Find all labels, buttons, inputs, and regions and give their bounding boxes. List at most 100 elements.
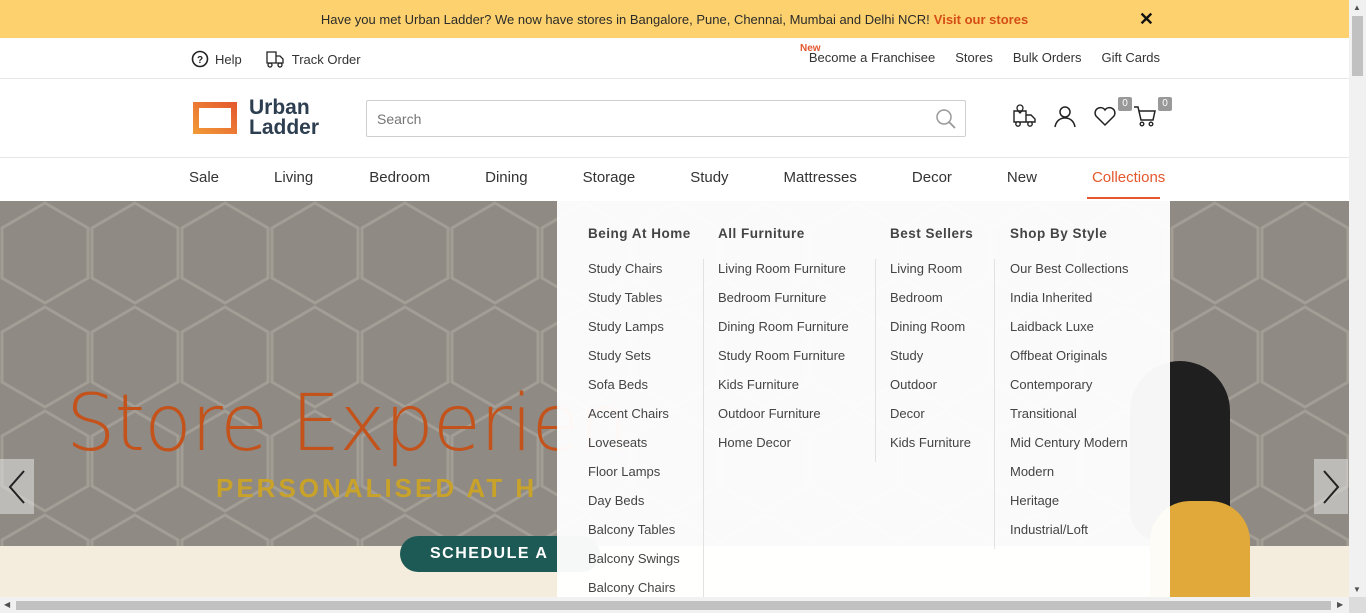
menu-item[interactable]: Mid Century Modern [1010, 435, 1129, 464]
hero-subtitle: PERSONALISED AT H [216, 473, 538, 503]
nav-dining[interactable]: Dining [485, 169, 528, 186]
nav-decor[interactable]: Decor [912, 169, 952, 186]
menu-item[interactable]: Study Sets [588, 348, 691, 377]
menu-item[interactable]: Day Beds [588, 493, 691, 522]
column-divider [875, 259, 876, 462]
column-heading[interactable]: Best Sellers [890, 226, 973, 241]
nav-sale[interactable]: Sale [189, 169, 219, 186]
menu-item[interactable]: Study [890, 348, 973, 377]
menu-item[interactable]: Outdoor Furniture [718, 406, 849, 435]
vertical-scroll-thumb[interactable] [1352, 16, 1363, 76]
scroll-down-icon[interactable]: ▼ [1353, 585, 1361, 594]
scroll-left-icon[interactable]: ◀ [4, 600, 10, 609]
menu-item[interactable]: Modern [1010, 464, 1129, 493]
menu-item[interactable]: Balcony Swings [588, 551, 691, 580]
column-heading[interactable]: Being At Home [588, 226, 691, 241]
menu-item[interactable]: Study Room Furniture [718, 348, 849, 377]
nav-bedroom[interactable]: Bedroom [369, 169, 430, 186]
visit-stores-link[interactable]: Visit our stores [934, 12, 1028, 27]
wishlist-count: 0 [1118, 97, 1132, 111]
column-divider [703, 259, 704, 597]
menu-item[interactable]: Laidback Luxe [1010, 319, 1129, 348]
store-locator-button[interactable] [1012, 103, 1038, 131]
bulk-orders-link[interactable]: Bulk Orders [1013, 50, 1082, 65]
menu-item[interactable]: Contemporary [1010, 377, 1129, 406]
menu-item[interactable]: Kids Furniture [890, 435, 973, 464]
horizontal-scrollbar[interactable]: ◀ ▶ [0, 597, 1349, 613]
menu-item[interactable]: Heritage [1010, 493, 1129, 522]
menu-item[interactable]: Accent Chairs [588, 406, 691, 435]
scroll-up-icon[interactable]: ▲ [1353, 3, 1361, 12]
help-link[interactable]: ? Help [191, 50, 242, 68]
nav-mattresses[interactable]: Mattresses [784, 169, 857, 186]
cart-count: 0 [1158, 97, 1172, 111]
franchisee-link[interactable]: Become a Franchisee [809, 50, 935, 65]
chevron-left-icon [8, 469, 25, 504]
category-nav: Sale Living Bedroom Dining Storage Study… [0, 158, 1349, 201]
menu-column-best-sellers: Best Sellers Living Room Bedroom Dining … [890, 226, 973, 464]
logo[interactable]: Urban Ladder [191, 96, 320, 139]
svg-text:?: ? [197, 55, 203, 66]
user-icon [1054, 106, 1076, 128]
nav-collections[interactable]: Collections [1092, 169, 1165, 186]
nav-new[interactable]: New [1007, 169, 1037, 186]
menu-item[interactable]: Bedroom [890, 290, 973, 319]
track-order-link[interactable]: Track Order [264, 49, 361, 69]
scrollbar-corner [1349, 597, 1366, 613]
menu-item[interactable]: Living Room Furniture [718, 261, 849, 290]
scroll-right-icon[interactable]: ▶ [1337, 600, 1343, 609]
menu-item[interactable]: Decor [890, 406, 973, 435]
menu-item[interactable]: Study Lamps [588, 319, 691, 348]
close-icon[interactable]: ✕ [1139, 9, 1154, 30]
track-order-icon [266, 51, 284, 68]
truck-icon [1013, 104, 1036, 127]
carousel-prev-button[interactable] [0, 459, 34, 514]
menu-item[interactable]: Home Decor [718, 435, 849, 464]
heart-icon [1094, 106, 1116, 127]
column-divider [994, 259, 995, 549]
menu-item[interactable]: Floor Lamps [588, 464, 691, 493]
menu-item[interactable]: Living Room [890, 261, 973, 290]
menu-column-shop-by-style: Shop By Style Our Best Collections India… [1010, 226, 1129, 551]
promo-text: Have you met Urban Ladder? We now have s… [320, 11, 930, 27]
stores-link[interactable]: Stores [955, 50, 993, 65]
active-nav-underline [1087, 197, 1160, 199]
nav-living[interactable]: Living [274, 169, 313, 186]
menu-item[interactable]: Transitional [1010, 406, 1129, 435]
logo-line-1: Urban [249, 96, 310, 119]
vertical-scrollbar[interactable]: ▲ ▼ [1349, 0, 1366, 597]
gift-cards-link[interactable]: Gift Cards [1101, 50, 1160, 65]
track-order-label: Track Order [291, 51, 361, 67]
horizontal-scroll-thumb[interactable] [16, 601, 1331, 610]
carousel-next-button[interactable] [1314, 459, 1348, 514]
logo-mark-icon [193, 102, 237, 134]
main-header: Urban Ladder 0 0 [0, 79, 1349, 158]
menu-item[interactable]: Offbeat Originals [1010, 348, 1129, 377]
menu-column-being-at-home: Being At Home Study Chairs Study Tables … [588, 226, 691, 609]
menu-item[interactable]: Sofa Beds [588, 377, 691, 406]
menu-item[interactable]: Loveseats [588, 435, 691, 464]
menu-item[interactable]: Dining Room Furniture [718, 319, 849, 348]
chevron-right-icon [1323, 469, 1340, 504]
account-button[interactable] [1052, 103, 1078, 131]
menu-item[interactable]: Our Best Collections [1010, 261, 1129, 290]
menu-item[interactable]: Balcony Tables [588, 522, 691, 551]
menu-item[interactable]: Outdoor [890, 377, 973, 406]
cart-button[interactable]: 0 [1132, 97, 1172, 131]
search-icon[interactable] [935, 108, 957, 130]
menu-item[interactable]: Industrial/Loft [1010, 522, 1129, 551]
nav-study[interactable]: Study [690, 169, 728, 186]
help-icon: ? [191, 50, 209, 68]
logo-line-2: Ladder [249, 116, 320, 139]
menu-item[interactable]: India Inherited [1010, 290, 1129, 319]
menu-item[interactable]: Bedroom Furniture [718, 290, 849, 319]
menu-item[interactable]: Dining Room [890, 319, 973, 348]
menu-item[interactable]: Kids Furniture [718, 377, 849, 406]
wishlist-button[interactable]: 0 [1092, 97, 1132, 131]
menu-item[interactable]: Study Tables [588, 290, 691, 319]
column-heading[interactable]: Shop By Style [1010, 226, 1129, 241]
search-input[interactable] [367, 101, 927, 136]
column-heading[interactable]: All Furniture [718, 226, 849, 241]
nav-storage[interactable]: Storage [583, 169, 636, 186]
menu-item[interactable]: Study Chairs [588, 261, 691, 290]
